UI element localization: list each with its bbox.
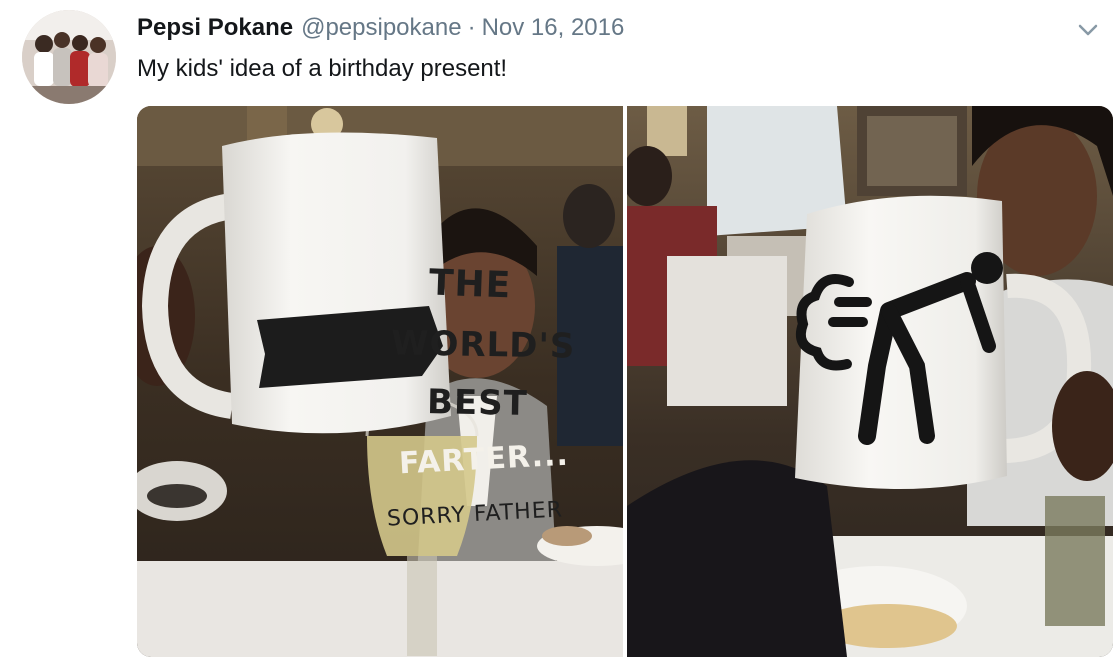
display-name[interactable]: Pepsi Pokane	[137, 14, 293, 42]
mug-line-the: THE	[428, 262, 512, 307]
mug-line-farter: FARTER...	[398, 437, 570, 482]
separator-dot: ·	[467, 14, 476, 41]
media-grid: THE WORLD'S BEST FARTER... SORRY FATHER	[137, 106, 1113, 657]
photo-right[interactable]	[627, 106, 1113, 657]
user-handle[interactable]: @pepsipokane	[301, 14, 461, 42]
tweet-text: My kids' idea of a birthday present!	[137, 55, 508, 82]
avatar[interactable]	[22, 10, 116, 104]
mug-figure-photo	[627, 106, 1113, 657]
chevron-down-icon	[1078, 24, 1098, 36]
mug-text-photo	[137, 106, 623, 657]
mug-line-best: BEST	[426, 382, 529, 424]
tweet-date[interactable]: Nov 16, 2016	[482, 14, 625, 42]
mug-line-worlds: WORLD'S	[390, 323, 576, 367]
more-options-button[interactable]	[1074, 16, 1102, 44]
tweet-card: Pepsi Pokane @pepsipokane · Nov 16, 2016…	[0, 0, 1120, 670]
tweet-header: Pepsi Pokane @pepsipokane · Nov 16, 2016	[137, 14, 624, 44]
photo-left[interactable]: THE WORLD'S BEST FARTER... SORRY FATHER	[137, 106, 623, 657]
avatar-photo	[22, 10, 116, 104]
